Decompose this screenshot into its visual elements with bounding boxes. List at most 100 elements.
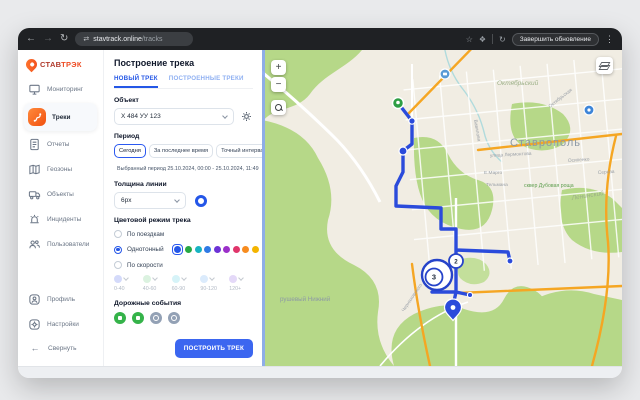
color-swatch[interactable] xyxy=(185,246,192,253)
event-toggle[interactable] xyxy=(114,312,126,324)
sidebar-item-label: Отчеты xyxy=(47,141,69,148)
map-label-street: Е.Марго xyxy=(484,170,503,176)
event-toggle[interactable] xyxy=(168,312,180,324)
radio-by-speed[interactable] xyxy=(114,261,122,269)
speed-range-label: 0-40 xyxy=(114,286,138,292)
radio-monochrome-label: Однотонный xyxy=(127,246,164,253)
sidebar-item-tracks[interactable]: Треки xyxy=(24,103,97,131)
bookmark-star-icon[interactable]: ☆ xyxy=(466,35,473,44)
sidebar-item-monitoring[interactable]: Мониторинг xyxy=(24,78,97,101)
page-title: Построение трека xyxy=(114,58,253,68)
zoom-in-button[interactable]: + xyxy=(271,60,286,75)
object-settings-gear-icon[interactable] xyxy=(240,110,253,123)
route-point[interactable] xyxy=(467,292,472,297)
speed-range-label: 40-60 xyxy=(143,286,167,292)
sidebar-item-label: Профиль xyxy=(47,296,75,303)
sidebar-item-settings[interactable]: Настройки xyxy=(24,313,97,336)
event-toggle[interactable] xyxy=(150,312,162,324)
tab-new-track[interactable]: НОВЫЙ ТРЕК xyxy=(114,75,158,88)
color-swatch-selected[interactable] xyxy=(172,244,183,255)
color-swatch[interactable] xyxy=(214,246,221,253)
speed-range[interactable]: 40-60 xyxy=(143,275,167,292)
track-color-palette xyxy=(172,244,259,255)
color-swatch[interactable] xyxy=(242,246,249,253)
speed-range[interactable]: 90-120 xyxy=(200,275,224,292)
period-label: Период xyxy=(114,133,253,140)
route-point[interactable] xyxy=(507,258,513,264)
map-icon xyxy=(28,163,41,176)
sidebar-item-users[interactable]: Пользователи xyxy=(24,233,97,256)
radio-by-trips-label: По поездкам xyxy=(127,231,164,238)
sidebar-item-label: Геозоны xyxy=(47,166,72,173)
thickness-select[interactable]: 6px xyxy=(114,192,186,209)
color-swatch[interactable] xyxy=(204,246,211,253)
cluster-badge[interactable]: 2 xyxy=(449,254,463,268)
siren-icon xyxy=(28,213,41,226)
sidebar-item-label: Мониторинг xyxy=(47,86,83,93)
map-search-button[interactable] xyxy=(271,100,286,115)
route-point[interactable] xyxy=(409,118,415,124)
chrome-divider xyxy=(492,34,493,44)
browser-menu-icon[interactable]: ⋮ xyxy=(605,34,614,45)
thickness-preview xyxy=(195,195,207,207)
speed-range[interactable]: 0-40 xyxy=(114,275,138,292)
sidebar-item-reports[interactable]: Отчеты xyxy=(24,133,97,156)
sidebar-item-label: Пользователи xyxy=(47,241,89,248)
forward-icon[interactable]: → xyxy=(43,34,53,44)
sidebar-item-objects[interactable]: Объекты xyxy=(24,183,97,206)
color-swatch[interactable] xyxy=(223,246,230,253)
color-mode-label: Цветовой режим трека xyxy=(114,217,253,224)
route-point[interactable] xyxy=(399,147,407,155)
period-chip-today[interactable]: Сегодня xyxy=(114,144,146,158)
tab-built-tracks[interactable]: ПОСТРОЕННЫЕ ТРЕКИ xyxy=(169,75,244,88)
speed-range[interactable]: 120+ xyxy=(229,275,253,292)
url-bar[interactable]: ⇄ stavtrack.online/tracks xyxy=(75,32,193,46)
radio-by-trips[interactable] xyxy=(114,230,122,238)
panel-scrollbar[interactable] xyxy=(262,50,265,366)
event-toggle[interactable] xyxy=(132,312,144,324)
color-swatch[interactable] xyxy=(252,246,259,253)
sidebar-spacer xyxy=(24,258,97,288)
color-swatch[interactable] xyxy=(195,246,202,253)
monitor-icon xyxy=(28,83,41,96)
sidebar-item-profile[interactable]: Профиль xyxy=(24,288,97,311)
speed-range[interactable]: 60-90 xyxy=(172,275,196,292)
speed-color-dot xyxy=(200,275,208,283)
layers-button[interactable] xyxy=(596,57,613,74)
period-chip-recent[interactable]: За последнее время xyxy=(149,144,213,158)
object-select[interactable]: Х 484 УУ 123 xyxy=(114,108,234,125)
chevron-down-icon xyxy=(222,113,228,119)
cluster-count: 3 xyxy=(432,273,436,282)
sidebar-item-collapse[interactable]: ← Свернуть xyxy=(24,338,97,358)
speed-color-dot xyxy=(143,275,151,283)
event-ring-icon xyxy=(171,315,177,321)
update-refresh-icon[interactable]: ↻ xyxy=(499,35,506,44)
radio-monochrome[interactable] xyxy=(114,246,122,254)
finish-update-button[interactable]: Завершить обновление xyxy=(512,33,599,46)
speed-range-label: 60-90 xyxy=(172,286,196,292)
map-canvas[interactable]: Ставрополь Октябрьский Ленинский сквер Д… xyxy=(262,50,622,366)
road-events-label: Дорожные события xyxy=(114,300,253,307)
selected-period-text: Выбранный период 25.10.2024, 00:00 - 25.… xyxy=(117,166,259,172)
build-track-button[interactable]: ПОСТРОИТЬ ТРЕК xyxy=(175,339,253,358)
map-label-city: Ставрополь xyxy=(510,137,581,149)
back-icon[interactable]: ← xyxy=(26,34,36,44)
speed-color-dot xyxy=(229,275,237,283)
reload-icon[interactable]: ↻ xyxy=(60,34,68,44)
collapse-arrow-icon: ← xyxy=(28,343,42,353)
radio-by-speed-label: По скорости xyxy=(127,262,163,269)
zoom-out-button[interactable]: − xyxy=(271,77,286,92)
sidebar-item-geozones[interactable]: Геозоны xyxy=(24,158,97,181)
extensions-icon[interactable]: ❖ xyxy=(479,35,486,44)
speed-color-dot xyxy=(114,275,122,283)
logo-text: СТАВТРЭК xyxy=(40,60,82,69)
url-text: stavtrack.online/tracks xyxy=(93,36,162,43)
period-options: Сегодня За последнее время Точный интерв… xyxy=(114,144,253,158)
track-builder-panel: Построение трека НОВЫЙ ТРЕК ПОСТРОЕННЫЕ … xyxy=(104,50,262,366)
sidebar-item-incidents[interactable]: Инциденты xyxy=(24,208,97,231)
app-logo[interactable]: СТАВТРЭК xyxy=(24,57,97,78)
color-swatch[interactable] xyxy=(233,246,240,253)
sidebar-item-label: Объекты xyxy=(47,191,74,198)
cluster-marker[interactable]: 3 xyxy=(422,260,452,290)
speed-range-label: 90-120 xyxy=(200,286,224,292)
